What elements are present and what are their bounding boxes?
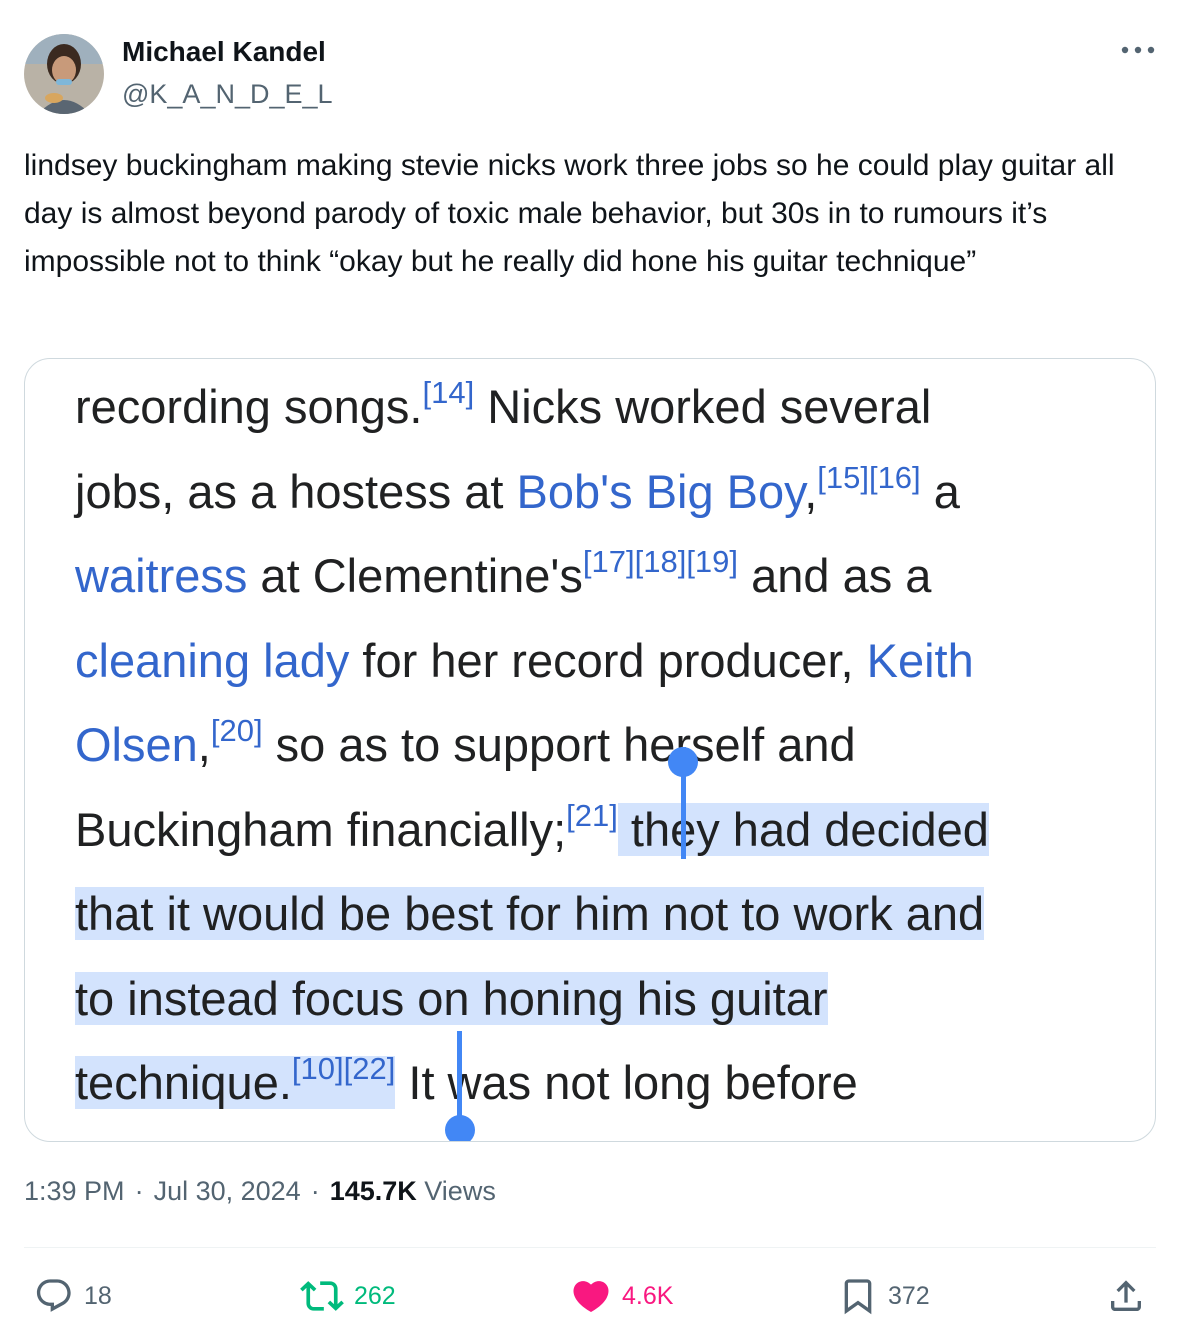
- repost-count: 262: [354, 1281, 396, 1310]
- excerpt-text: a: [920, 464, 960, 518]
- excerpt-line: Buckingham financially;[21] they had dec…: [75, 788, 1135, 873]
- excerpt-text: Nicks worked several: [474, 380, 932, 433]
- selected-text: to instead focus on honing his guitar: [75, 971, 828, 1025]
- repost-button[interactable]: 262: [300, 1268, 396, 1324]
- selection-start-handle[interactable]: [668, 747, 698, 777]
- wiki-link: Keith: [866, 633, 974, 687]
- like-button[interactable]: 4.6K: [570, 1268, 673, 1324]
- excerpt-line: technique.[10][22] It was not long befor…: [75, 1041, 1135, 1126]
- repost-icon: [300, 1281, 344, 1311]
- reply-button[interactable]: 18: [34, 1268, 112, 1324]
- wiki-link: waitress: [75, 549, 248, 602]
- like-count: 4.6K: [622, 1281, 674, 1310]
- selected-text: that it would be best for him not to wor…: [75, 887, 985, 940]
- excerpt-line: that it would be best for him not to wor…: [75, 872, 1135, 957]
- share-button[interactable]: [1106, 1268, 1146, 1324]
- display-name[interactable]: Michael Kandel: [122, 36, 326, 68]
- views-count: 145.7K: [329, 1176, 417, 1206]
- meta-separator: ·: [134, 1176, 144, 1206]
- avatar[interactable]: [24, 34, 104, 114]
- action-bar: 18 262 4.6K 372: [0, 1268, 1186, 1328]
- excerpt-text: so as to support herself and: [262, 718, 856, 771]
- divider: [24, 1247, 1156, 1248]
- username-handle[interactable]: @K_A_N_D_E_L: [122, 79, 333, 110]
- wikipedia-excerpt: recording songs.[14] Nicks worked severa…: [75, 365, 1135, 1126]
- tweet-text: lindsey buckingham making stevie nicks w…: [24, 149, 1115, 278]
- excerpt-text: for her record producer,: [349, 633, 867, 687]
- excerpt-line: to instead focus on honing his guitar: [75, 957, 1135, 1042]
- tweet-date[interactable]: Jul 30, 2024: [154, 1176, 301, 1207]
- citation-ref: [14]: [422, 375, 475, 410]
- share-icon: [1111, 1280, 1141, 1311]
- bookmark-icon: [844, 1279, 872, 1315]
- wiki-link: cleaning lady: [75, 633, 350, 687]
- heart-icon: [573, 1281, 609, 1313]
- excerpt-text: recording songs.: [75, 380, 423, 433]
- excerpt-line: cleaning lady for her record producer, K…: [75, 619, 1135, 704]
- excerpt-line: Olsen,[20] so as to support herself and: [75, 703, 1135, 788]
- excerpt-line: waitress at Clementine's[17][18][19] and…: [75, 534, 1135, 619]
- wiki-link: Bob's Big Boy: [516, 464, 805, 518]
- selected-text: technique.[10][22]: [75, 1053, 396, 1109]
- excerpt-text: ,: [197, 718, 211, 771]
- excerpt-text: at Clementine's: [247, 549, 583, 602]
- more-options-icon[interactable]: [1118, 34, 1158, 66]
- excerpt-text: ,: [804, 464, 818, 518]
- excerpt-text: technique.: [75, 1056, 292, 1109]
- bookmark-count: 372: [888, 1281, 930, 1310]
- reply-count: 18: [84, 1281, 112, 1310]
- excerpt-text: jobs, as a hostess at: [75, 464, 517, 518]
- tweet-media-image[interactable]: recording songs.[14] Nicks worked severa…: [24, 358, 1156, 1142]
- excerpt-line: jobs, as a hostess at Bob's Big Boy,[15]…: [75, 450, 1135, 535]
- citation-ref: [15][16]: [817, 459, 921, 495]
- citation-ref: [20]: [210, 713, 263, 748]
- tweet-meta: 1:39 PM · Jul 30, 2024 · 145.7K Views: [24, 1176, 496, 1207]
- selection-end-handle[interactable]: [445, 1115, 475, 1141]
- meta-separator: ·: [310, 1176, 320, 1206]
- wiki-link: Olsen: [75, 718, 198, 771]
- selected-text: they had decided: [617, 802, 989, 856]
- excerpt-text: Buckingham financially;: [75, 802, 567, 856]
- excerpt-line: recording songs.[14] Nicks worked severa…: [75, 365, 1135, 450]
- citation-ref: [17][18][19]: [582, 544, 739, 579]
- reply-icon: [36, 1279, 71, 1312]
- views-label: Views: [424, 1176, 496, 1206]
- bookmark-button[interactable]: 372: [838, 1268, 930, 1324]
- citation-ref: [21]: [566, 797, 618, 833]
- avatar-photo: [24, 34, 104, 114]
- excerpt-text: and as a: [738, 549, 932, 602]
- citation-ref: [10][22]: [291, 1051, 396, 1086]
- tweet-time[interactable]: 1:39 PM: [24, 1176, 125, 1207]
- excerpt-text: It was not long before: [395, 1056, 858, 1109]
